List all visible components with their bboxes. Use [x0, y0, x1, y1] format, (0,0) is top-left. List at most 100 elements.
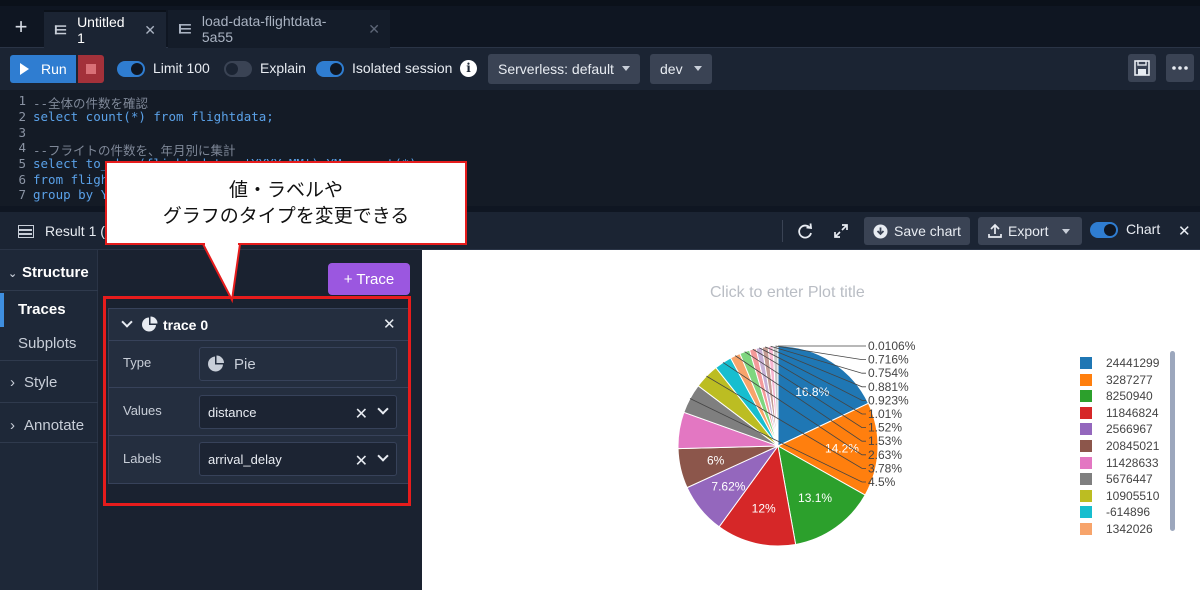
export-button[interactable]: Export [978, 217, 1082, 245]
nav-style[interactable]: › Style [0, 374, 98, 391]
tab-label: Untitled 1 [77, 14, 125, 46]
run-button[interactable]: Run [10, 55, 76, 83]
values-label: Values [123, 403, 162, 418]
slice-label: 12% [752, 501, 776, 515]
legend-scrollbar[interactable] [1170, 351, 1175, 531]
nav-traces[interactable]: Traces [0, 301, 98, 318]
slice-label-outside: 0.881% [868, 380, 909, 394]
add-trace-button[interactable]: + Trace [328, 263, 410, 295]
close-tab-icon[interactable]: ✕ [368, 21, 380, 38]
legend-label: 11846824 [1106, 405, 1159, 420]
slice-label-outside: 0.0106% [868, 339, 916, 353]
legend-item[interactable]: 11846824 [1080, 406, 1159, 420]
line-number: 1 [18, 93, 26, 108]
plot-area: Click to enter Plot title 16.8% 14.2% 13.1… [422, 250, 1200, 590]
export-label: Export [1008, 223, 1049, 239]
explain-toggle[interactable] [224, 61, 252, 77]
nav-divider [0, 442, 98, 443]
close-tab-icon[interactable]: ✕ [144, 22, 156, 39]
tab-load-data[interactable]: load-data-flightdata-5a55 ✕ [168, 10, 390, 48]
legend-swatch [1080, 423, 1092, 436]
chevron-down-icon[interactable] [377, 403, 389, 415]
legend-item[interactable]: 1342026 [1080, 522, 1153, 536]
labels-select[interactable]: arrival_delay ✕ [199, 442, 397, 476]
tab-label: load-data-flightdata-5a55 [201, 13, 327, 45]
slice-label: 6% [707, 453, 725, 467]
legend-label: 5676447 [1106, 472, 1153, 487]
legend-swatch [1080, 456, 1092, 469]
chart-editor-nav: ⌄ Structure Traces Subplots › Style › Annot… [0, 250, 98, 590]
legend-item[interactable]: -614896 [1080, 505, 1150, 519]
slice-label-outside: 0.754% [868, 366, 909, 380]
legend-item[interactable]: 5676447 [1080, 472, 1153, 486]
chevron-right-icon: › [10, 374, 15, 391]
legend-item[interactable]: 8250940 [1080, 389, 1153, 403]
caret-down-icon [694, 66, 702, 71]
trace-name: trace 0 [163, 317, 209, 333]
chart-toggle[interactable] [1090, 222, 1118, 238]
more-options-button[interactable] [1166, 54, 1194, 82]
close-result-icon[interactable]: ✕ [1178, 222, 1191, 240]
clear-icon[interactable]: ✕ [355, 451, 368, 471]
stop-button[interactable] [78, 55, 104, 83]
legend-item[interactable]: 10905510 [1080, 489, 1159, 503]
clear-icon[interactable]: ✕ [355, 404, 368, 424]
legend-item[interactable]: 3287277 [1080, 373, 1153, 387]
callout-line-2: グラフのタイプを変更できる [162, 205, 410, 227]
chevron-down-icon[interactable] [377, 450, 389, 462]
expand-icon[interactable] [832, 222, 850, 240]
isolated-session-label: Isolated session [352, 60, 453, 76]
line-number: 7 [18, 187, 26, 202]
isolated-session-toggle[interactable] [316, 61, 344, 77]
slice-label-outside: 0.923% [868, 393, 909, 407]
line-number: 2 [18, 109, 26, 124]
info-icon[interactable]: i [460, 60, 477, 77]
workgroup-value: Serverless: default [498, 61, 614, 77]
legend-item[interactable]: 2566967 [1080, 422, 1153, 436]
more-icon [1172, 66, 1188, 70]
code-line: select count(*) from flightdata; [33, 109, 274, 124]
row-divider [109, 435, 409, 436]
legend-swatch [1080, 506, 1092, 519]
values-select[interactable]: distance ✕ [199, 395, 397, 429]
nav-active-indicator [0, 293, 4, 327]
legend-item[interactable]: 11428633 [1080, 456, 1159, 470]
new-tab-plus-icon[interactable]: + [10, 16, 32, 40]
legend-label: 2566967 [1106, 422, 1153, 437]
save-chart-button[interactable]: Save chart [864, 217, 970, 245]
refresh-icon[interactable] [796, 222, 814, 240]
type-label: Type [123, 355, 152, 370]
line-number: 4 [18, 140, 26, 155]
delete-trace-icon[interactable]: ✕ [383, 315, 396, 333]
result-tab-title[interactable]: Result 1 ( [45, 223, 105, 239]
database-select[interactable]: dev [650, 54, 712, 84]
nav-traces-label: Traces [18, 301, 66, 318]
nav-structure-label: Structure [22, 264, 89, 281]
legend-item[interactable]: 24441299 [1080, 356, 1159, 370]
document-icon [54, 25, 67, 35]
nav-annotate[interactable]: › Annotate [0, 417, 98, 434]
tab-bar: + Untitled 1 ✕ load-data-flightdata-5a55… [0, 0, 1200, 48]
nav-subplots[interactable]: Subplots [0, 335, 98, 352]
slice-label-outside: 3.78% [868, 461, 902, 475]
nav-structure[interactable]: ⌄ Structure [0, 264, 98, 281]
trace-type-select[interactable]: Pie [199, 347, 397, 381]
limit-toggle[interactable] [117, 61, 145, 77]
nav-annotate-label: Annotate [24, 417, 85, 434]
trace-header[interactable]: trace 0 ✕ [109, 309, 409, 341]
workgroup-select[interactable]: Serverless: default [488, 54, 640, 84]
legend-item[interactable]: 20845021 [1080, 439, 1159, 453]
labels-value: arrival_delay [208, 451, 282, 467]
tab-untitled-1[interactable]: Untitled 1 ✕ [44, 10, 166, 48]
legend-swatch [1080, 473, 1092, 486]
legend-label: 20845021 [1106, 439, 1160, 453]
callout-line-1: 値・ラベルや [228, 179, 343, 201]
line-number: 5 [18, 156, 26, 171]
legend-label: 3287277 [1106, 372, 1153, 387]
legend-swatch [1080, 406, 1092, 419]
line-number: 3 [18, 125, 26, 140]
save-button[interactable] [1128, 54, 1156, 82]
labels-label: Labels [123, 451, 162, 466]
pie-chart[interactable]: 16.8%14.2%13.1%12%7.62%6%4.5%3.78%2.63%1… [422, 250, 1200, 590]
chevron-down-icon: ⌄ [8, 268, 18, 280]
